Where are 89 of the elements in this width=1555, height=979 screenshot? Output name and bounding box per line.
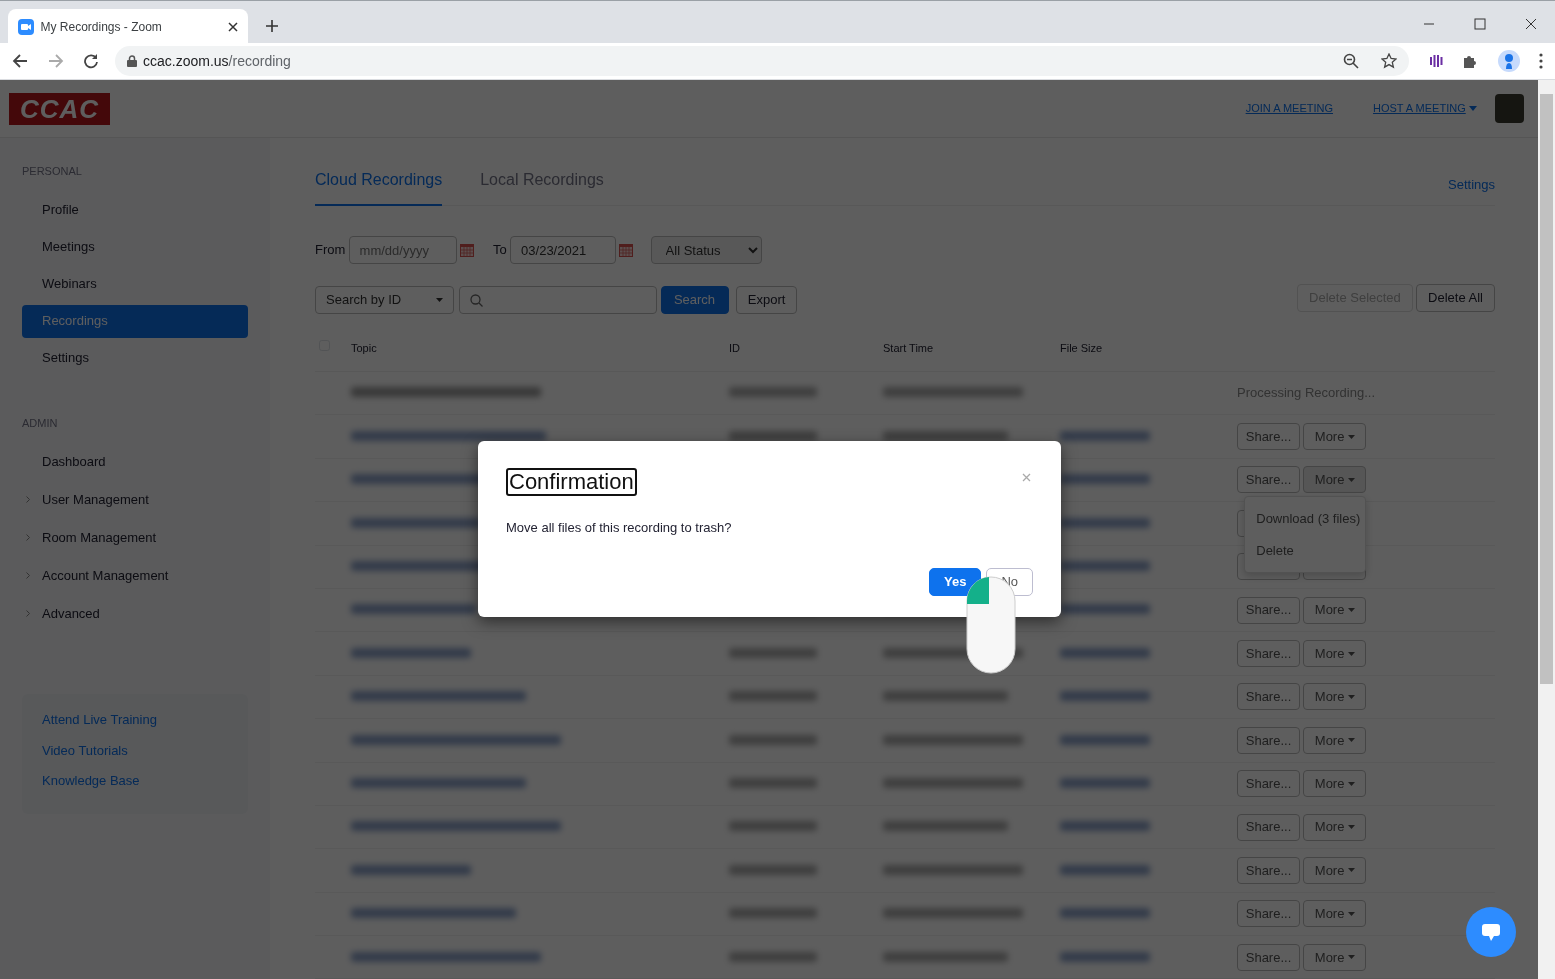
dialog-title: Confirmation (506, 468, 637, 496)
sidebar-item[interactable]: Dashboard (22, 445, 248, 478)
extension-icon[interactable] (1428, 54, 1443, 68)
share-button[interactable]: Share... (1237, 596, 1300, 624)
caret-icon (1347, 955, 1355, 960)
sidebar-item[interactable]: Account Management (22, 559, 248, 592)
from-label: From (315, 241, 346, 260)
more-button[interactable]: More (1303, 596, 1367, 624)
column-header: Topic (351, 342, 377, 355)
more-button[interactable]: More (1303, 943, 1367, 971)
column-header: File Size (1060, 342, 1103, 355)
sidebar-item[interactable]: Advanced (22, 597, 248, 630)
zoom-out-icon[interactable] (1342, 53, 1359, 69)
column-header: Start Time (883, 342, 934, 355)
share-button[interactable]: Share... (1237, 640, 1300, 668)
sidebar-item[interactable]: Meetings (22, 230, 248, 264)
url-text: ccac.zoom.us/recording (143, 51, 291, 71)
status-select[interactable]: All Status (650, 236, 762, 264)
share-button[interactable]: Share... (1237, 900, 1300, 928)
dialog-message: Move all files of this recording to trash? (506, 519, 733, 537)
search-icon (470, 293, 484, 307)
nav-link[interactable]: JOIN A MEETING (1245, 100, 1334, 117)
more-button[interactable]: More (1303, 900, 1367, 928)
lock-icon (126, 55, 137, 67)
help-link[interactable]: Video Tutorials (42, 740, 228, 760)
share-button[interactable]: Share... (1237, 423, 1300, 451)
maximize-icon[interactable] (1474, 18, 1486, 30)
share-button[interactable]: Share... (1237, 813, 1300, 841)
caret-icon (1347, 651, 1355, 656)
sidebar-item[interactable]: Recordings (22, 304, 248, 338)
browser-tab[interactable]: My Recordings - Zoom (8, 9, 248, 44)
chat-button[interactable] (1466, 907, 1516, 957)
settings-link[interactable]: Settings (1448, 175, 1495, 205)
search-field[interactable] (459, 286, 658, 314)
caret-icon (1347, 738, 1355, 743)
menu-item[interactable]: Download (3 files) (1245, 503, 1366, 535)
profile-icon[interactable] (1497, 50, 1520, 72)
more-button[interactable]: More (1303, 640, 1367, 668)
help-link[interactable]: Attend Live Training (42, 710, 228, 730)
sidebar-item[interactable]: User Management (22, 483, 248, 516)
share-button[interactable]: Share... (1237, 726, 1300, 754)
help-link[interactable]: Knowledge Base (42, 771, 228, 791)
share-button[interactable]: Share... (1237, 770, 1300, 798)
zoom-favicon-icon (18, 18, 34, 35)
caret-icon (436, 298, 443, 302)
nav-link[interactable]: HOST A MEETING (1373, 100, 1477, 117)
caret-icon (1347, 608, 1355, 613)
menu-icon[interactable] (1539, 53, 1543, 69)
sidebar-item[interactable]: Room Management (22, 521, 248, 554)
share-button[interactable]: Share... (1237, 943, 1300, 971)
reload-icon[interactable] (83, 53, 99, 69)
tab[interactable]: Cloud Recordings (315, 138, 443, 206)
sidebar-item[interactable]: Profile (22, 193, 248, 227)
caret-icon (1347, 694, 1355, 699)
more-button[interactable]: More (1303, 683, 1367, 711)
chat-icon (1482, 924, 1500, 942)
sidebar-item[interactable]: Settings (22, 341, 248, 375)
star-icon[interactable] (1381, 53, 1397, 69)
search-button[interactable]: Search (660, 286, 729, 314)
caret-icon (1347, 477, 1355, 482)
to-label: To (493, 241, 507, 260)
caret-icon (1347, 868, 1355, 873)
more-button[interactable]: More (1303, 726, 1367, 754)
caret-icon (1347, 825, 1355, 830)
logo[interactable]: CCAC (9, 92, 110, 125)
caret-icon (1347, 911, 1355, 916)
caret-icon (1347, 434, 1355, 439)
menu-item[interactable]: Delete (1245, 534, 1366, 567)
more-button[interactable]: More (1303, 857, 1367, 884)
scrollbar[interactable] (1538, 80, 1555, 979)
date-field[interactable]: 03/23/2021 (510, 236, 617, 264)
share-button[interactable]: Share... (1237, 683, 1300, 711)
address-bar[interactable]: ccac.zoom.us/recording (114, 46, 1409, 76)
more-button[interactable]: More (1303, 423, 1367, 451)
share-button[interactable]: Share... (1237, 466, 1300, 494)
close-icon[interactable] (228, 21, 238, 32)
back-icon[interactable] (12, 53, 28, 69)
sidebar-item[interactable]: Webinars (22, 267, 248, 301)
search-by-select[interactable]: Search by ID (315, 286, 454, 314)
share-button[interactable]: Share... (1237, 857, 1300, 884)
caret-icon (1347, 781, 1355, 786)
puzzle-icon[interactable] (1462, 53, 1478, 69)
export-button[interactable]: Export (735, 286, 798, 314)
more-button[interactable]: More (1303, 770, 1367, 798)
column-header: ID (729, 342, 740, 355)
new-tab-icon[interactable] (265, 19, 279, 33)
more-button[interactable]: More (1303, 813, 1367, 841)
delete-all-button[interactable]: Delete All (1416, 284, 1495, 312)
close-icon[interactable] (1525, 18, 1537, 30)
